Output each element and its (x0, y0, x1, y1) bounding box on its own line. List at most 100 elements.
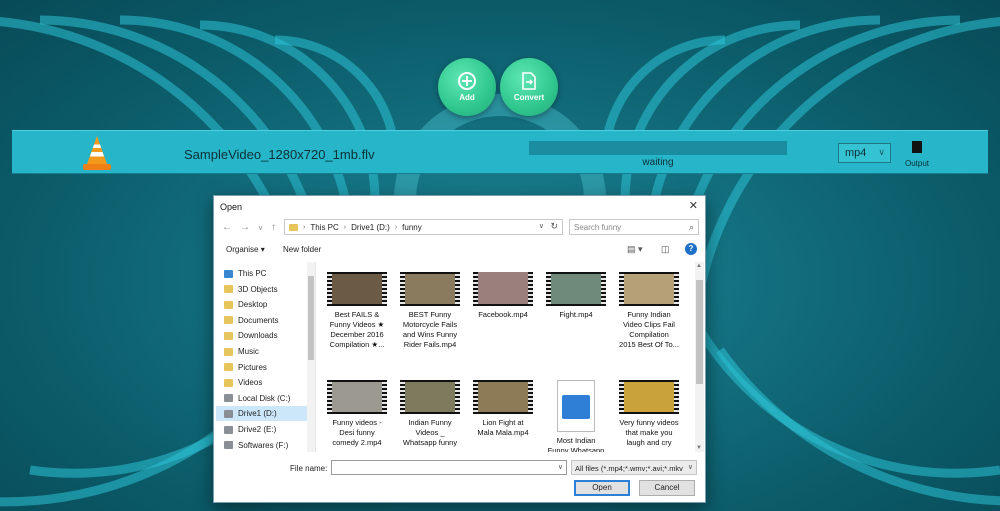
scroll-up-icon[interactable]: ▲ (696, 263, 702, 269)
video-thumbnail (619, 272, 679, 306)
refresh-icon[interactable]: ↻ (550, 221, 558, 232)
nav-item-3d-objects[interactable]: 3D Objects (224, 282, 314, 297)
video-thumbnail (619, 380, 679, 414)
search-placeholder: Search funny (574, 223, 622, 232)
add-button[interactable]: Add (438, 58, 496, 116)
recent-locations-chevron-icon[interactable]: ∨ (258, 224, 263, 232)
nav-item-drive2-e[interactable]: Drive2 (E:) (224, 422, 314, 437)
cancel-button[interactable]: Cancel (639, 480, 695, 496)
vlc-cone-icon (83, 136, 111, 170)
forward-arrow-icon[interactable]: → (240, 222, 250, 233)
scroll-down-icon[interactable]: ▼ (696, 445, 702, 451)
file-name-line: Motorcycle Fails (402, 320, 458, 329)
video-thumbnail (327, 272, 387, 306)
file-item[interactable]: Funny videos - Desi funny comedy 2.mp4 (324, 380, 390, 448)
search-input[interactable]: Search funny ⌕ (569, 219, 699, 235)
sd-card-icon (912, 141, 922, 153)
convert-button[interactable]: Convert (500, 58, 558, 116)
navigation-scroll-thumb[interactable] (308, 276, 314, 360)
nav-item-label: Desktop (238, 300, 268, 310)
file-name-line: and Wins Funny (402, 330, 458, 339)
file-name-line: Facebook.mp4 (478, 310, 528, 319)
folder-icon (289, 223, 298, 231)
view-options-icon[interactable]: ▤ ▾ (627, 244, 643, 255)
file-item[interactable]: BEST Funny Motorcycle Fails and Wins Funny… (397, 272, 463, 350)
file-item[interactable]: Lion Fight at Mala Mala.mp4 (470, 380, 536, 438)
organise-menu[interactable]: Organise ▾ (226, 245, 265, 254)
file-item[interactable]: Most IndianFunny WhatsappVideos _ Try No… (543, 380, 609, 452)
nav-item-softwares-f[interactable]: Softwares (F:) (224, 438, 314, 453)
file-list-scroll-thumb[interactable] (696, 280, 703, 384)
back-arrow-icon[interactable]: ← (222, 222, 232, 233)
drive-icon (224, 441, 233, 450)
navigation-scrollbar[interactable] (307, 262, 315, 452)
file-item[interactable]: Very funny videos that make you laugh and … (616, 380, 682, 448)
file-item[interactable]: Best FAILS & Funny Videos ★ December 2016 C… (324, 272, 390, 350)
file-name-line: Very funny videos (619, 418, 679, 427)
file-list: Best FAILS & Funny Videos ★ December 2016 C… (324, 272, 694, 452)
file-list-scrollbar[interactable]: ▲ ▼ (695, 262, 704, 452)
nav-item-this-pc[interactable]: This PC (224, 266, 314, 281)
file-name-line: Most Indian (556, 436, 596, 445)
filename-field[interactable]: ∨ (331, 460, 567, 475)
organise-label: Organise (226, 245, 259, 254)
breadcrumb-drive1[interactable]: Drive1 (D:) (351, 223, 390, 232)
chevron-down-icon[interactable]: ∨ (558, 463, 563, 471)
folder-icon (224, 331, 233, 340)
file-name-line: Best FAILS & (334, 310, 380, 319)
nav-item-label: Music (238, 347, 259, 356)
nav-item-videos[interactable]: Videos (224, 375, 314, 390)
nav-item-drive1-d[interactable]: Drive1 (D:) (216, 406, 312, 422)
output-format-select[interactable]: mp4 ∨ (838, 143, 891, 163)
video-thumbnail (473, 380, 533, 414)
breadcrumb-funny[interactable]: funny (402, 223, 422, 232)
video-thumbnail (400, 272, 460, 306)
conversion-task-row[interactable]: SampleVideo_1280x720_1mb.flv waiting mp4… (12, 130, 988, 174)
file-item[interactable]: Indian Funny Videos _ Whatsapp funny (397, 380, 463, 448)
drive-icon (224, 409, 233, 418)
nav-item-documents[interactable]: Documents (224, 313, 314, 328)
close-icon[interactable]: ✕ (689, 199, 698, 212)
source-filename: SampleVideo_1280x720_1mb.flv (184, 147, 375, 162)
file-name-line: BEST Funny (408, 310, 452, 319)
output-folder-button[interactable]: Output (900, 141, 934, 168)
nav-item-label: Downloads (238, 331, 278, 341)
file-name-line: Funny videos - (332, 418, 382, 427)
add-label: Add (459, 93, 475, 102)
nav-item-downloads[interactable]: Downloads (224, 328, 314, 343)
file-name-line: laugh and cry (626, 438, 672, 447)
nav-item-music[interactable]: Music (224, 344, 314, 359)
nav-item-label: 3D Objects (238, 284, 278, 294)
file-name-line: Compilation ★... (329, 340, 385, 349)
new-folder-button[interactable]: New folder (283, 245, 321, 254)
open-button[interactable]: Open (574, 480, 630, 496)
help-icon[interactable]: ? (685, 243, 697, 255)
address-bar[interactable]: › This PC › Drive1 (D:) › funny ∨ ↻ (284, 219, 563, 235)
file-name-line: Whatsapp funny (402, 438, 458, 447)
nav-item-label: Pictures (238, 362, 267, 372)
breadcrumb-this-pc[interactable]: This PC (310, 223, 338, 232)
nav-item-label: Documents (238, 315, 279, 325)
nav-item-label: This PC (238, 269, 267, 278)
file-name-line: Lion Fight at (482, 418, 524, 427)
file-name-line: Funny Whatsapp (547, 446, 605, 452)
file-type-filter[interactable]: All files (*.mp4;*.wmv;*.avi;*.mkv ∨ (571, 460, 697, 475)
open-file-dialog: Open ✕ ← → ∨ ↑ › This PC › Drive1 (D:) ›… (213, 195, 706, 503)
file-type-value: All files (*.mp4;*.wmv;*.avi;*.mkv (575, 464, 683, 473)
convert-file-icon (522, 72, 536, 90)
convert-label: Convert (513, 93, 545, 102)
file-item[interactable]: Fight.mp4 (543, 272, 609, 320)
file-item[interactable]: Facebook.mp4 (470, 272, 536, 320)
file-item[interactable]: Funny Indian Video Clips Fail Compilation 2… (616, 272, 682, 350)
nav-item-desktop[interactable]: Desktop (224, 297, 314, 312)
nav-item-label: Softwares (F:) (238, 440, 289, 450)
up-arrow-icon[interactable]: ↑ (271, 222, 276, 233)
nav-item-local-disk-c[interactable]: Local Disk (C:) (224, 391, 314, 406)
video-file-icon (557, 380, 595, 432)
address-dropdown-icon[interactable]: ∨ (539, 222, 544, 230)
folder-icon (224, 378, 233, 387)
nav-item-label: Local Disk (C:) (238, 393, 291, 403)
preview-pane-icon[interactable]: ◫ (661, 244, 670, 255)
nav-item-pictures[interactable]: Pictures (224, 360, 314, 375)
navigation-pane: This PC 3D Objects Desktop Documents Downloa… (214, 262, 316, 452)
